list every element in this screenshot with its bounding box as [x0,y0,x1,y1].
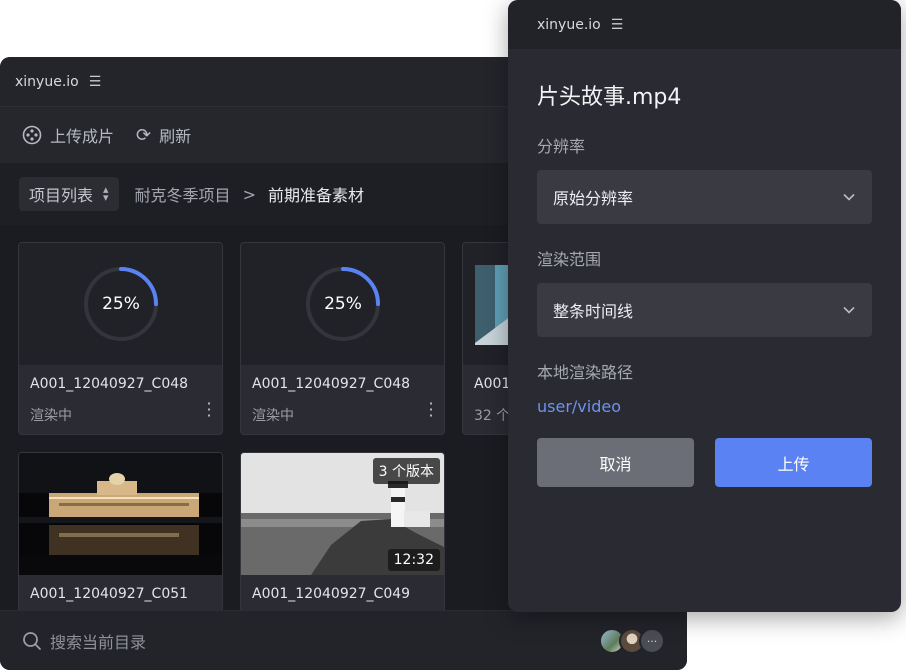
resolution-label: 分辨率 [537,137,586,156]
resolution-value: 原始分辨率 [553,189,634,208]
search-input[interactable]: 搜索当前目录 [50,629,146,653]
upload-button[interactable]: 上传成片 [22,123,114,147]
card-name: A001_12040927_C048 [252,376,411,392]
versions-badge: 3 个版本 [372,458,440,484]
card-status: 渲染中 [30,408,72,424]
project-list-label: 项目列表 [29,186,94,205]
film-reel-icon [22,125,42,145]
media-card[interactable]: A001_12040927_C051 [18,452,223,622]
chevron-down-icon [843,306,855,314]
card-name: A001_12040927_C048 [30,376,189,392]
media-card[interactable]: 25% A001_12040927_C048 渲染中 · · · [18,242,223,435]
card-thumbnail [19,453,222,575]
media-card[interactable]: 25% A001_12040927_C048 渲染中 · · · [240,242,445,435]
search-icon [23,631,41,650]
upload-button[interactable]: 上传 [715,438,872,487]
palace-night-image [19,453,222,575]
more-avatars-button[interactable]: ··· [639,628,665,654]
card-name: A001 [474,376,511,392]
card-status: 渲染中 [252,408,294,424]
duration-badge: 12:32 [387,549,440,571]
file-name: 片头故事.mp4 [537,85,682,110]
refresh-icon: ⟳ [136,124,152,146]
breadcrumb-current: 前期准备素材 [267,186,364,205]
more-icon[interactable]: · · · [428,396,434,424]
card-thumbnail: 3 个版本 12:32 [241,453,444,575]
cancel-button[interactable]: 取消 [537,438,694,487]
menu-icon[interactable]: ☰ [611,17,624,33]
collaborator-avatars: ··· [599,628,665,654]
search-bar: 搜索当前目录 ··· [0,610,687,670]
render-upload-dialog: xinyue.io ☰ 片头故事.mp4 分辨率 原始分辨率 渲染范围 整条时间… [508,0,901,612]
refresh-label: 刷新 [159,127,192,146]
chevron-down-icon [843,193,855,201]
range-select[interactable]: 整条时间线 [537,283,872,337]
resolution-select[interactable]: 原始分辨率 [537,170,872,224]
more-icon[interactable]: · · · [206,396,212,424]
upload-label: 上传成片 [50,127,115,146]
progress-label: 25% [102,294,140,314]
card-status: 32 个 [474,408,511,424]
path-link[interactable]: user/video [537,397,872,416]
range-label: 渲染范围 [537,250,602,269]
path-label: 本地渲染路径 [537,363,634,382]
updown-icon: ▴ ▾ [103,183,109,204]
dialog-actions: 取消 上传 [537,438,872,487]
media-card[interactable]: 3 个版本 12:32 A001_12040927_C049 [240,452,445,622]
app-title: xinyue.io [15,73,79,90]
breadcrumb-separator: > [242,184,256,204]
range-value: 整条时间线 [553,302,634,321]
dialog-titlebar: xinyue.io ☰ [508,0,901,49]
menu-icon[interactable]: ☰ [89,74,102,90]
card-thumbnail: 25% [19,243,222,365]
dialog-app-title: xinyue.io [537,16,601,33]
card-name: A001_12040927_C049 [252,586,411,602]
project-list-select[interactable]: 项目列表 ▴ ▾ [19,177,119,211]
card-thumbnail: 25% [241,243,444,365]
card-name: A001_12040927_C051 [30,586,189,602]
progress-label: 25% [324,294,362,314]
breadcrumb-project[interactable]: 耐克冬季项目 [135,182,231,206]
refresh-button[interactable]: ⟳ 刷新 [136,123,191,147]
